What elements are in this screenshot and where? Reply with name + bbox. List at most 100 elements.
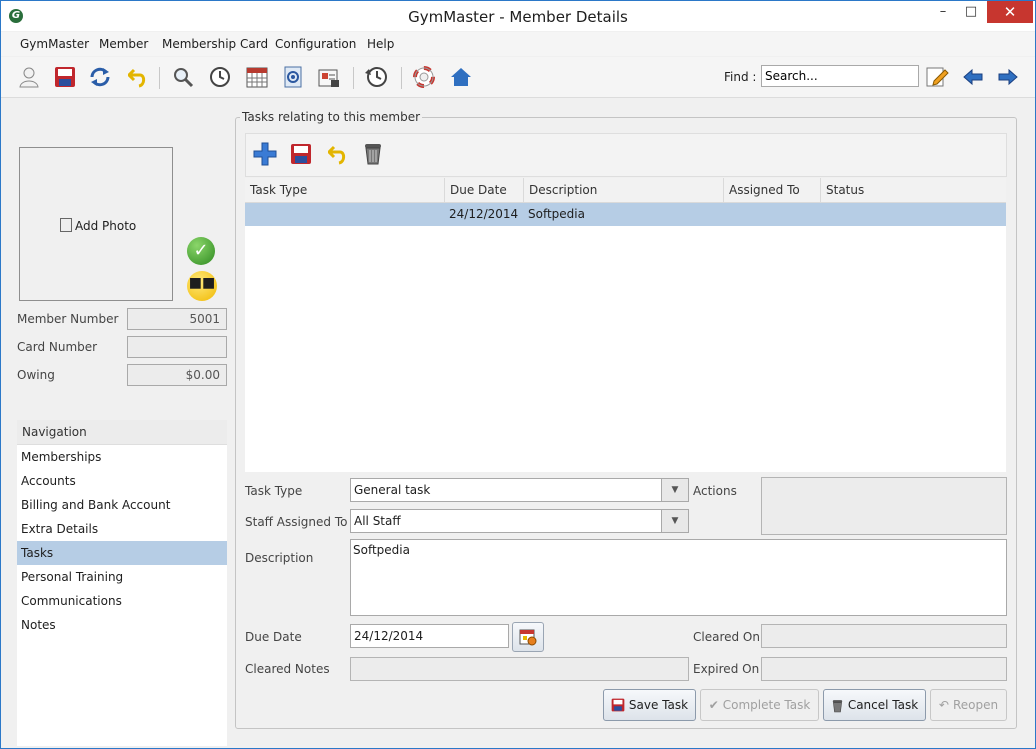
person-icon[interactable] — [16, 64, 42, 90]
chevron-down-icon[interactable]: ▼ — [661, 510, 688, 532]
complete-task-label: Complete Task — [722, 698, 811, 712]
task-type-label: Task Type — [245, 484, 303, 498]
back-arrow-icon[interactable] — [960, 64, 986, 90]
nav-item-communications[interactable]: Communications — [17, 589, 227, 613]
task-type-dropdown[interactable]: General task ▼ — [350, 478, 689, 502]
email-icon[interactable] — [280, 64, 306, 90]
forward-arrow-icon[interactable] — [995, 64, 1021, 90]
table-row[interactable]: 24/12/2014 Softpedia — [245, 203, 1006, 226]
close-button[interactable]: ✕ — [987, 1, 1033, 23]
member-number-label: Member Number — [17, 312, 119, 326]
due-date-label: Due Date — [245, 630, 302, 644]
nav-item-accounts[interactable]: Accounts — [17, 469, 227, 493]
nav-item-tasks[interactable]: Tasks — [17, 541, 227, 565]
table-header: Task Type Due Date Description Assigned … — [245, 178, 1006, 203]
trash-icon — [832, 699, 843, 712]
staff-assigned-dropdown[interactable]: All Staff ▼ — [350, 509, 689, 533]
trash-icon[interactable] — [360, 140, 386, 166]
cell-task-type — [245, 203, 445, 226]
navigation-panel: Navigation Memberships Accounts Billing … — [17, 420, 227, 746]
nav-item-personal-training[interactable]: Personal Training — [17, 565, 227, 589]
description-value: Softpedia — [353, 543, 410, 557]
cell-description: Softpedia — [528, 207, 585, 221]
undo-task-icon[interactable] — [325, 141, 351, 167]
column-assigned-to[interactable]: Assigned To — [724, 178, 821, 202]
cell-status — [821, 203, 1005, 226]
cancel-task-button[interactable]: Cancel Task — [823, 689, 926, 721]
menu-member[interactable]: Member — [99, 37, 148, 51]
column-task-type[interactable]: Task Type — [245, 178, 445, 202]
actions-label: Actions — [693, 484, 737, 498]
toolbar-separator — [353, 67, 354, 89]
reopen-button[interactable]: ↶ Reopen — [930, 689, 1007, 721]
column-description[interactable]: Description — [524, 178, 724, 202]
menu-bar: GymMaster Member Membership Card Configu… — [1, 32, 1035, 56]
cleared-notes-label: Cleared Notes — [245, 662, 330, 676]
maximize-button[interactable]: □ — [957, 1, 985, 23]
chevron-down-icon[interactable]: ▼ — [661, 479, 688, 501]
nav-item-notes[interactable]: Notes — [17, 613, 227, 637]
checkmark-icon: ✓ — [187, 237, 215, 265]
menu-gymmaster[interactable]: GymMaster — [20, 37, 89, 51]
main-window: G GymMaster - Member Details – □ ✕ GymMa… — [0, 0, 1036, 749]
nav-item-extra-details[interactable]: Extra Details — [17, 517, 227, 541]
expired-on-label: Expired On — [693, 662, 760, 676]
calendar-icon[interactable] — [244, 64, 270, 90]
cell-due-date: 24/12/2014 — [449, 207, 519, 221]
cell-assigned-to — [724, 203, 821, 226]
find-label: Find : — [724, 70, 757, 84]
add-icon[interactable] — [252, 141, 278, 167]
column-status[interactable]: Status — [821, 178, 1006, 202]
add-photo-link[interactable]: Add Photo — [60, 218, 136, 233]
refresh-icon[interactable] — [87, 64, 113, 90]
card-number-field[interactable] — [127, 336, 227, 358]
reopen-label: Reopen — [952, 698, 999, 712]
expired-on-field — [761, 657, 1007, 681]
tasks-table: Task Type Due Date Description Assigned … — [245, 178, 1006, 472]
clock-icon[interactable] — [207, 64, 233, 90]
photo-frame[interactable]: Add Photo — [19, 147, 173, 301]
checkmark-icon: ✔ — [708, 698, 719, 712]
cleared-on-label: Cleared On — [693, 630, 760, 644]
add-photo-label: Add Photo — [75, 219, 137, 233]
tasks-group-title: Tasks relating to this member — [240, 110, 423, 124]
title-bar: G GymMaster - Member Details – □ ✕ — [1, 1, 1035, 31]
save-task-button[interactable]: Save Task — [603, 689, 696, 721]
cleared-notes-field — [350, 657, 689, 681]
column-due-date[interactable]: Due Date — [445, 178, 524, 202]
save-task-icon[interactable] — [288, 141, 314, 167]
toolbar: Find : — [1, 57, 1035, 98]
menu-configuration[interactable]: Configuration — [275, 37, 356, 51]
cancel-task-label: Cancel Task — [847, 698, 919, 712]
nav-item-billing[interactable]: Billing and Bank Account — [17, 493, 227, 517]
menu-membership-card[interactable]: Membership Card — [162, 37, 268, 51]
history-icon[interactable] — [363, 64, 389, 90]
find-search-input[interactable] — [761, 65, 919, 87]
card-icon[interactable] — [316, 64, 342, 90]
staff-assigned-label: Staff Assigned To — [245, 515, 348, 529]
card-number-label: Card Number — [17, 340, 98, 354]
description-label: Description — [245, 551, 314, 565]
menu-help[interactable]: Help — [367, 37, 394, 51]
undo-icon[interactable] — [125, 64, 151, 90]
description-textarea[interactable]: Softpedia — [350, 539, 1007, 616]
save-icon[interactable] — [52, 64, 78, 90]
member-number-field[interactable]: 5001 — [127, 308, 227, 330]
edit-icon[interactable] — [924, 64, 950, 90]
task-type-value: General task — [354, 483, 431, 497]
cleared-on-field — [761, 624, 1007, 648]
smiley-sunglasses-icon: ■■ — [187, 271, 217, 301]
actions-box — [761, 477, 1007, 535]
nav-item-memberships[interactable]: Memberships — [17, 445, 227, 469]
due-date-input[interactable]: 24/12/2014 — [350, 624, 509, 648]
member-panel: Add Photo ✓ ■■ Member Number 5001 Card N… — [1, 98, 233, 748]
calendar-picker-icon — [519, 629, 537, 646]
lifebuoy-icon[interactable] — [411, 64, 437, 90]
minimize-button[interactable]: – — [929, 1, 957, 23]
date-picker-button[interactable] — [512, 622, 544, 652]
search-icon[interactable] — [170, 64, 196, 90]
undo-icon: ↶ — [938, 698, 949, 712]
home-icon[interactable] — [448, 64, 474, 90]
complete-task-button[interactable]: ✔ Complete Task — [700, 689, 819, 721]
owing-field[interactable]: $0.00 — [127, 364, 227, 386]
